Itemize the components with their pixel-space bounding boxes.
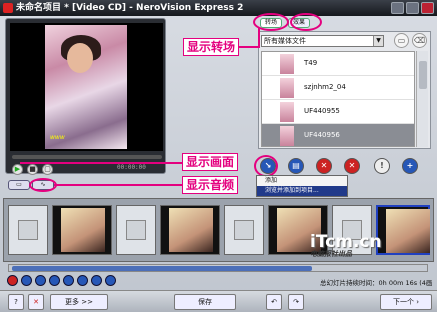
zoom-out-icon[interactable] [21,275,32,286]
redo-icon[interactable]: ↷ [288,294,304,310]
properties-icon[interactable]: ▤ [288,158,304,174]
tab-picture[interactable]: ▭ [8,180,30,190]
media-list: T49 szjnhm2_04 UF440955 UF440956 [261,51,415,147]
panel-actions: ↘ ▤ ✕ ✕ ! + [258,158,428,176]
folder-icon[interactable]: ▭ [394,33,409,48]
transition-slot[interactable] [8,205,48,255]
rotate-right-icon[interactable] [63,275,74,286]
slide-4[interactable] [376,205,430,255]
settings-icon[interactable] [105,275,116,286]
media-filter-dropdown[interactable]: 所有媒体文件 ▼ [261,35,384,47]
zoom-in-icon[interactable] [35,275,46,286]
exit-icon[interactable]: ✕ [28,294,44,310]
list-item[interactable]: T49 [262,52,414,76]
minimize-button[interactable] [391,2,404,14]
list-item[interactable]: UF440956 [262,124,414,146]
transition-slot[interactable] [224,205,264,255]
audio-tab-highlight [29,178,57,192]
nerovision-window: 未命名项目 * [Video CD] - NeroVision Express … [0,0,437,312]
delete-icon[interactable] [7,275,18,286]
title-bar: 未命名项目 * [Video CD] - NeroVision Express … [0,0,437,16]
more-button[interactable]: 更多 >> [50,294,108,310]
media-panel: 所有媒体文件 ▼ ▭ ⌫ T49 szjnhm2_04 UF440955 UF4… [258,31,431,149]
delete-icon[interactable]: ✕ [316,158,332,174]
menu-item-add[interactable]: 添加 [257,176,347,186]
thumbnail [280,78,294,98]
menu-item-browse-add[interactable]: 浏览并添加到项目... [257,186,347,196]
timecode: 00:00:00 [117,164,146,171]
thumbnail [280,126,294,146]
annotation-picture: 显示画面 [182,153,239,171]
window-controls [391,2,434,14]
move-left-icon[interactable] [77,275,88,286]
add-button-highlight [254,155,278,177]
app-icon [3,3,13,13]
list-scrollbar[interactable] [416,51,428,147]
slide-2[interactable] [160,205,220,255]
thumbnail [280,54,294,74]
site-logo: iTcm.cn 电脑报社出品 [310,232,382,258]
info-icon[interactable]: ! [374,158,390,174]
chevron-down-icon: ▼ [373,36,383,46]
undo-icon[interactable]: ↶ [266,294,282,310]
thumbnail [280,102,294,122]
plus-icon[interactable]: + [402,158,418,174]
context-menu: 添加 浏览并添加到项目... [256,175,348,197]
preview-player: www ▶ ■ ▢ 00:00:00 [5,18,166,175]
storyboard-scrollbar[interactable] [8,264,428,272]
seek-bar[interactable] [12,155,162,159]
slide-1[interactable] [52,205,112,255]
annotation-transitions: 显示转场 [183,38,240,56]
transition-icon [18,220,38,240]
list-item[interactable]: UF440955 [262,100,414,124]
annotation-audio: 显示音频 [182,176,239,194]
transition-icon [234,220,254,240]
preview-screen: www [10,23,163,151]
close-button[interactable] [421,2,434,14]
transition-slot[interactable] [116,205,156,255]
rotate-left-icon[interactable] [49,275,60,286]
fullscreen-icon[interactable]: ▢ [42,164,53,175]
bottom-bar: ? ✕ 更多 >> 保存 ↶ ↷ 下一个 › [0,290,437,312]
maximize-button[interactable] [406,2,419,14]
remove-icon[interactable]: ✕ [344,158,360,174]
preview-photo: www [45,25,127,149]
list-item[interactable]: szjnhm2_04 [262,76,414,100]
trash-icon[interactable]: ⌫ [412,33,427,48]
transition-icon [126,220,146,240]
window-title: 未命名项目 * [Video CD] - NeroVision Express … [16,3,244,13]
save-button[interactable]: 保存 [174,294,236,310]
stop-icon[interactable]: ■ [27,164,38,175]
next-button[interactable]: 下一个 › [380,294,432,310]
play-icon[interactable]: ▶ [12,164,23,175]
help-icon[interactable]: ? [8,294,24,310]
move-right-icon[interactable] [91,275,102,286]
effects-tab-highlight [290,13,322,31]
